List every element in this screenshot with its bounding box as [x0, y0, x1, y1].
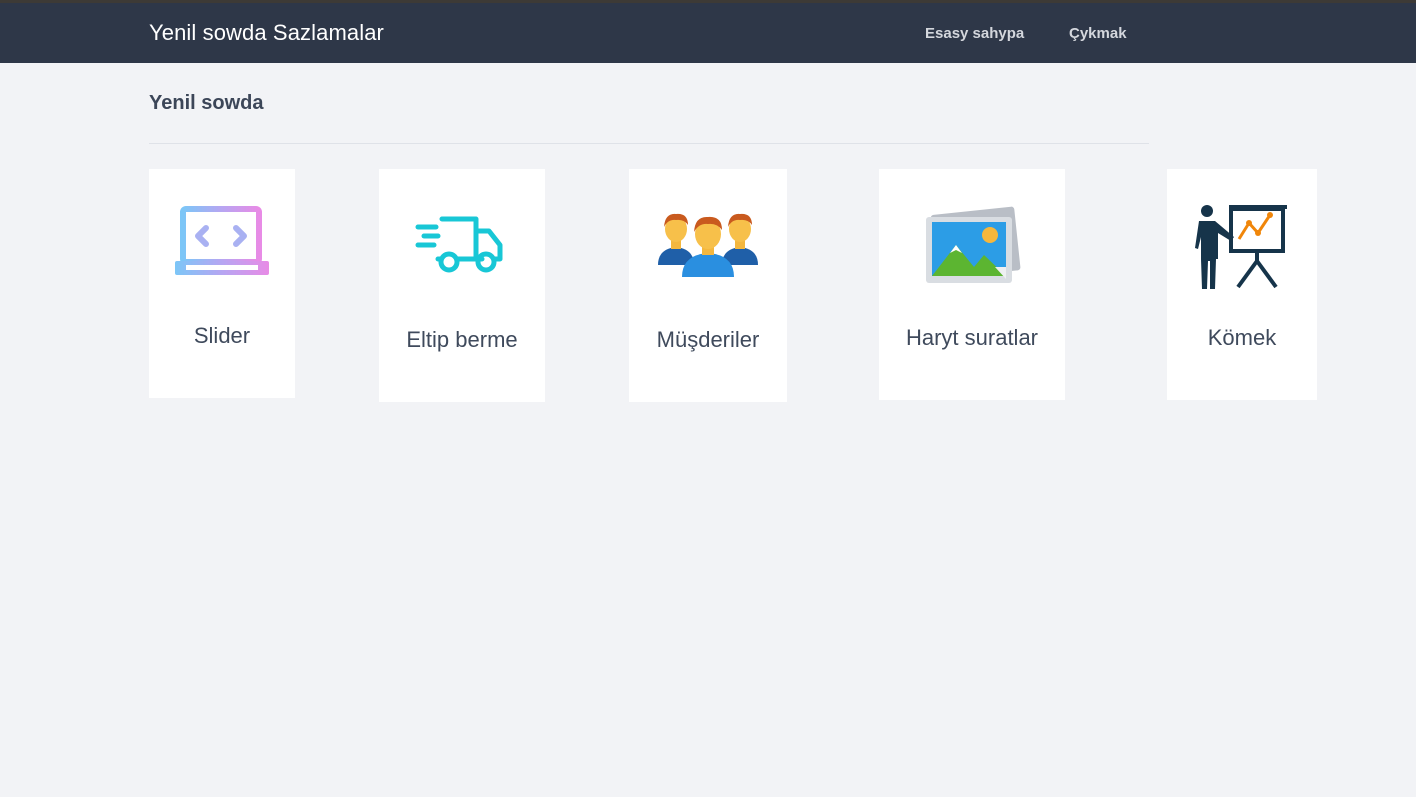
section-divider — [149, 143, 1149, 144]
section-title: Yenil sowda — [149, 92, 264, 114]
card-label-delivery: Eltip berme — [406, 327, 518, 352]
product-photos-card[interactable]: Haryt suratlar — [879, 169, 1065, 400]
delivery-card[interactable]: Eltip berme — [379, 169, 545, 402]
app-title[interactable]: Yenil sowda Sazlamalar — [149, 20, 384, 46]
nav-logout-link[interactable]: Çykmak — [1069, 25, 1127, 42]
nav-home-link[interactable]: Esasy sahypa — [925, 25, 1024, 42]
slider-card[interactable]: Slider — [149, 169, 295, 398]
card-label-customers: Müşderiler — [656, 327, 760, 352]
card-label-slider: Slider — [193, 323, 251, 348]
delivery-truck-icon — [379, 197, 545, 297]
card-label-help: Kömek — [1207, 325, 1277, 350]
help-card[interactable]: Kömek — [1167, 169, 1317, 400]
card-label-photos: Haryt suratlar — [905, 325, 1039, 350]
product-photos-icon — [879, 197, 1065, 297]
top-navbar: Yenil sowda Sazlamalar Esasy sahypa Çykm… — [0, 0, 1416, 63]
laptop-code-icon — [149, 197, 295, 297]
customers-card[interactable]: Müşderiler — [629, 169, 787, 402]
presentation-help-icon — [1167, 197, 1317, 297]
customers-group-icon — [629, 197, 787, 297]
